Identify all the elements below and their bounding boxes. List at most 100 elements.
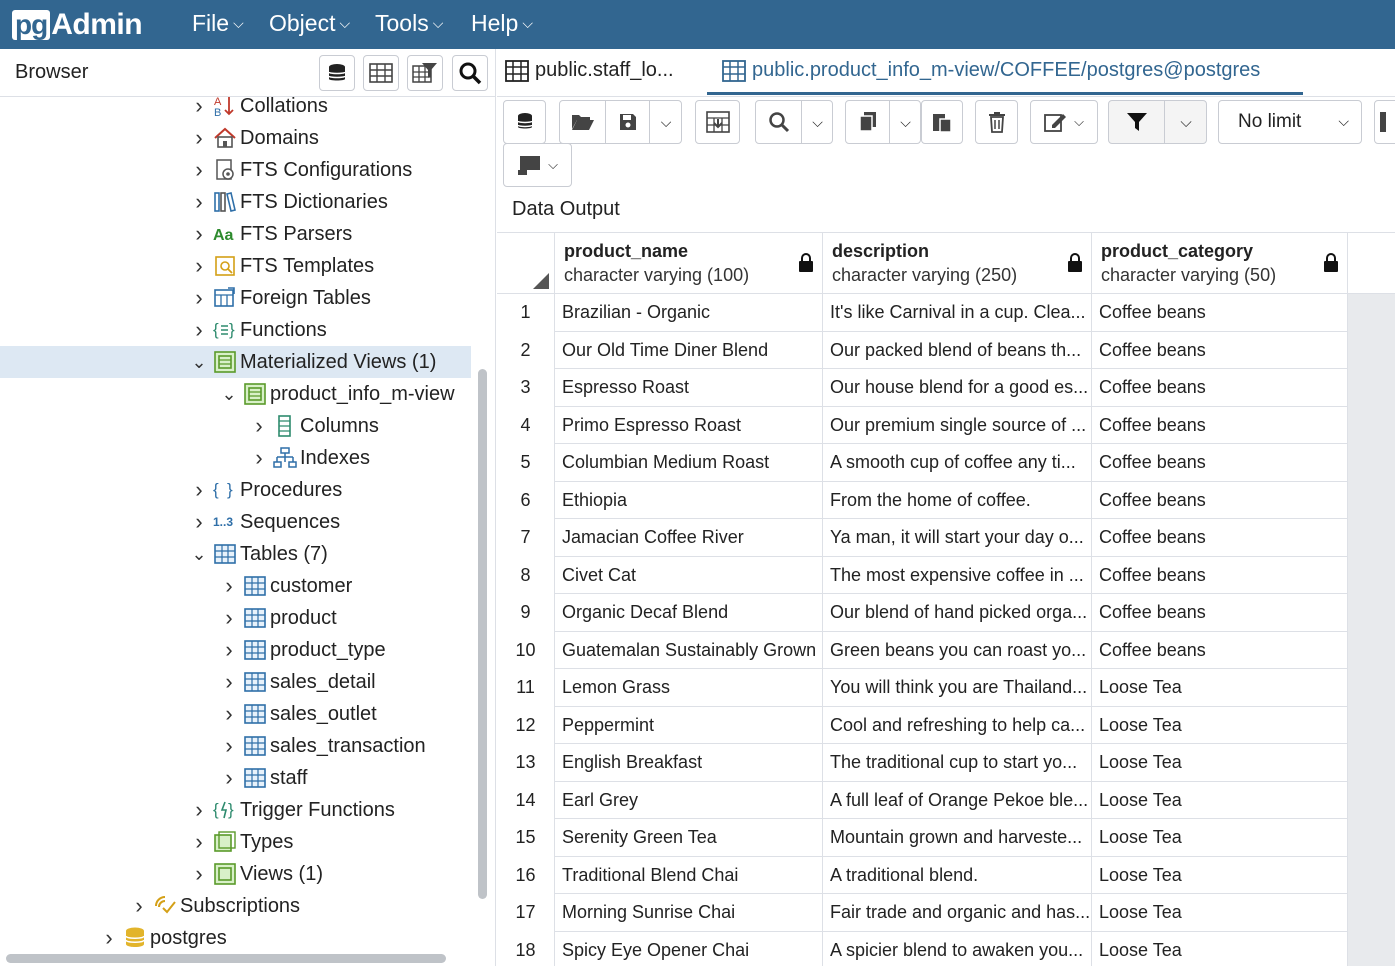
chevron-right-icon[interactable]: › (129, 893, 149, 919)
table-row[interactable]: 2 Our Old Time Diner Blend Our packed blen… (497, 331, 1348, 369)
view-data-button[interactable] (363, 55, 399, 91)
cell-product-category[interactable]: Loose Tea (1092, 931, 1348, 966)
table-row[interactable]: 6 Ethiopia From the home of coffee. Coffee … (497, 481, 1348, 519)
tree-node[interactable]: › Types (189, 826, 293, 858)
data-output-tab[interactable]: Data Output (497, 187, 1395, 233)
tree-node[interactable]: ⌄ product_info_m-view (219, 378, 455, 410)
save-data-changes-button[interactable] (695, 100, 740, 144)
row-number[interactable]: 13 (497, 744, 555, 782)
tree-node[interactable]: › sales_outlet (219, 698, 376, 730)
chevron-right-icon[interactable]: › (189, 157, 209, 183)
save-options-dropdown[interactable]: ⌵ (650, 101, 682, 143)
find-options-dropdown[interactable]: ⌵ (802, 101, 833, 143)
table-row[interactable]: 15 Serenity Green Tea Mountain grown and h… (497, 819, 1348, 857)
table-row[interactable]: 5 Columbian Medium Roast A smooth cup of c… (497, 444, 1348, 482)
cell-description[interactable]: Ya man, it will start your day o... (823, 519, 1092, 557)
row-number[interactable]: 14 (497, 781, 555, 819)
table-row[interactable]: 9 Organic Decaf Blend Our blend of hand pi… (497, 594, 1348, 632)
cell-product-name[interactable]: Brazilian - Organic (555, 294, 823, 332)
tree-node[interactable]: › sales_detail (219, 666, 375, 698)
row-number[interactable]: 15 (497, 819, 555, 857)
menu-object[interactable]: Object ⌵ (269, 10, 350, 37)
menu-tools[interactable]: Tools ⌵ (375, 10, 443, 37)
tree-node[interactable]: › Domains (189, 122, 319, 154)
tab-product-info-view[interactable]: public.product_info_m-view/COFFEE/postgr… (722, 59, 1260, 82)
chevron-right-icon[interactable]: › (189, 509, 209, 535)
cell-description[interactable]: Our blend of hand picked orga... (823, 594, 1092, 632)
tree-horizontal-scrollbar[interactable] (6, 954, 446, 963)
chevron-right-icon[interactable]: › (189, 253, 209, 279)
tree-node[interactable]: › Columns (249, 410, 379, 442)
cell-description[interactable]: Green beans you can roast yo... (823, 631, 1092, 669)
tree-node[interactable]: › Foreign Tables (189, 282, 371, 314)
cell-product-name[interactable]: Lemon Grass (555, 669, 823, 707)
table-row[interactable]: 10 Guatemalan Sustainably Grown Green bean… (497, 631, 1348, 669)
row-number[interactable]: 9 (497, 594, 555, 632)
tree-node[interactable]: ›{} Functions (189, 314, 326, 346)
cell-description[interactable]: The most expensive coffee in ... (823, 556, 1092, 594)
row-limit-select[interactable]: No limit ⌵ (1218, 100, 1362, 144)
connection-button[interactable] (503, 100, 546, 144)
tree-node[interactable]: › 1..3 Sequences (189, 506, 340, 538)
table-row[interactable]: 18 Spicy Eye Opener Chai A spicier blend t… (497, 931, 1348, 966)
cell-description[interactable]: Our house blend for a good es... (823, 369, 1092, 407)
tree-node[interactable]: › customer (219, 570, 352, 602)
cell-product-name[interactable]: Primo Espresso Roast (555, 406, 823, 444)
chevron-down-icon[interactable]: ⌄ (189, 352, 209, 373)
chevron-right-icon[interactable]: › (189, 861, 209, 887)
chevron-right-icon[interactable]: › (189, 829, 209, 855)
row-number[interactable]: 18 (497, 931, 555, 966)
copy-options-dropdown[interactable]: ⌵ (890, 101, 921, 143)
cell-product-category[interactable]: Coffee beans (1092, 556, 1348, 594)
copy-button[interactable] (846, 101, 890, 143)
chevron-right-icon[interactable]: › (219, 765, 239, 791)
table-row[interactable]: 3 Espresso Roast Our house blend for a goo… (497, 369, 1348, 407)
tree-node[interactable]: › Subscriptions (129, 890, 300, 922)
cell-product-name[interactable]: Civet Cat (555, 556, 823, 594)
cell-product-category[interactable]: Coffee beans (1092, 406, 1348, 444)
chevron-right-icon[interactable]: › (99, 925, 119, 949)
cell-product-category[interactable]: Loose Tea (1092, 856, 1348, 894)
cell-product-category[interactable]: Loose Tea (1092, 744, 1348, 782)
tree-node[interactable]: › FTS Configurations (189, 154, 412, 186)
chevron-right-icon[interactable]: › (249, 445, 269, 471)
column-header-description[interactable]: description character varying (250) (823, 233, 1092, 294)
cell-product-name[interactable]: Peppermint (555, 706, 823, 744)
tree-node[interactable]: › FTS Templates (189, 250, 374, 282)
cell-product-name[interactable]: Guatemalan Sustainably Grown (555, 631, 823, 669)
chevron-right-icon[interactable]: › (219, 701, 239, 727)
cell-product-name[interactable]: Serenity Green Tea (555, 819, 823, 857)
tree-node[interactable]: ›{} Procedures (189, 474, 342, 506)
row-number[interactable]: 16 (497, 856, 555, 894)
table-row[interactable]: 11 Lemon Grass You will think you are Thai… (497, 669, 1348, 707)
cell-product-name[interactable]: Morning Sunrise Chai (555, 894, 823, 932)
cell-product-name[interactable]: Earl Grey (555, 781, 823, 819)
edit-dropdown[interactable]: ⌵ (1030, 100, 1098, 144)
row-number[interactable]: 11 (497, 669, 555, 707)
chevron-right-icon[interactable]: › (189, 477, 209, 503)
cell-product-category[interactable]: Coffee beans (1092, 519, 1348, 557)
cell-description[interactable]: You will think you are Thailand... (823, 669, 1092, 707)
table-row[interactable]: 1 Brazilian - Organic It's like Carnival i… (497, 294, 1348, 332)
row-number[interactable]: 8 (497, 556, 555, 594)
select-all-corner[interactable] (497, 233, 555, 294)
tree-node[interactable]: › A B Collations (189, 97, 328, 122)
cell-product-name[interactable]: Traditional Blend Chai (555, 856, 823, 894)
tree-node[interactable]: › Aa FTS Parsers (189, 218, 352, 250)
row-number[interactable]: 3 (497, 369, 555, 407)
cell-product-category[interactable]: Coffee beans (1092, 331, 1348, 369)
tree-node[interactable]: › Indexes (249, 442, 370, 474)
column-header-product-category[interactable]: product_category character varying (50) (1092, 233, 1348, 294)
chevron-right-icon[interactable]: › (189, 97, 209, 119)
cell-description[interactable]: Fair trade and organic and has... (823, 894, 1092, 932)
menu-help[interactable]: Help ⌵ (471, 10, 533, 37)
cell-product-name[interactable]: Columbian Medium Roast (555, 444, 823, 482)
save-file-button[interactable] (606, 101, 650, 143)
chevron-right-icon[interactable]: › (219, 573, 239, 599)
paste-button[interactable] (921, 100, 963, 144)
table-row[interactable]: 17 Morning Sunrise Chai Fair trade and org… (497, 894, 1348, 932)
cell-product-name[interactable]: Our Old Time Diner Blend (555, 331, 823, 369)
table-row[interactable]: 12 Peppermint Cool and refreshing to help … (497, 706, 1348, 744)
cell-description[interactable]: It's like Carnival in a cup. Clea... (823, 294, 1092, 332)
cell-description[interactable]: From the home of coffee. (823, 481, 1092, 519)
